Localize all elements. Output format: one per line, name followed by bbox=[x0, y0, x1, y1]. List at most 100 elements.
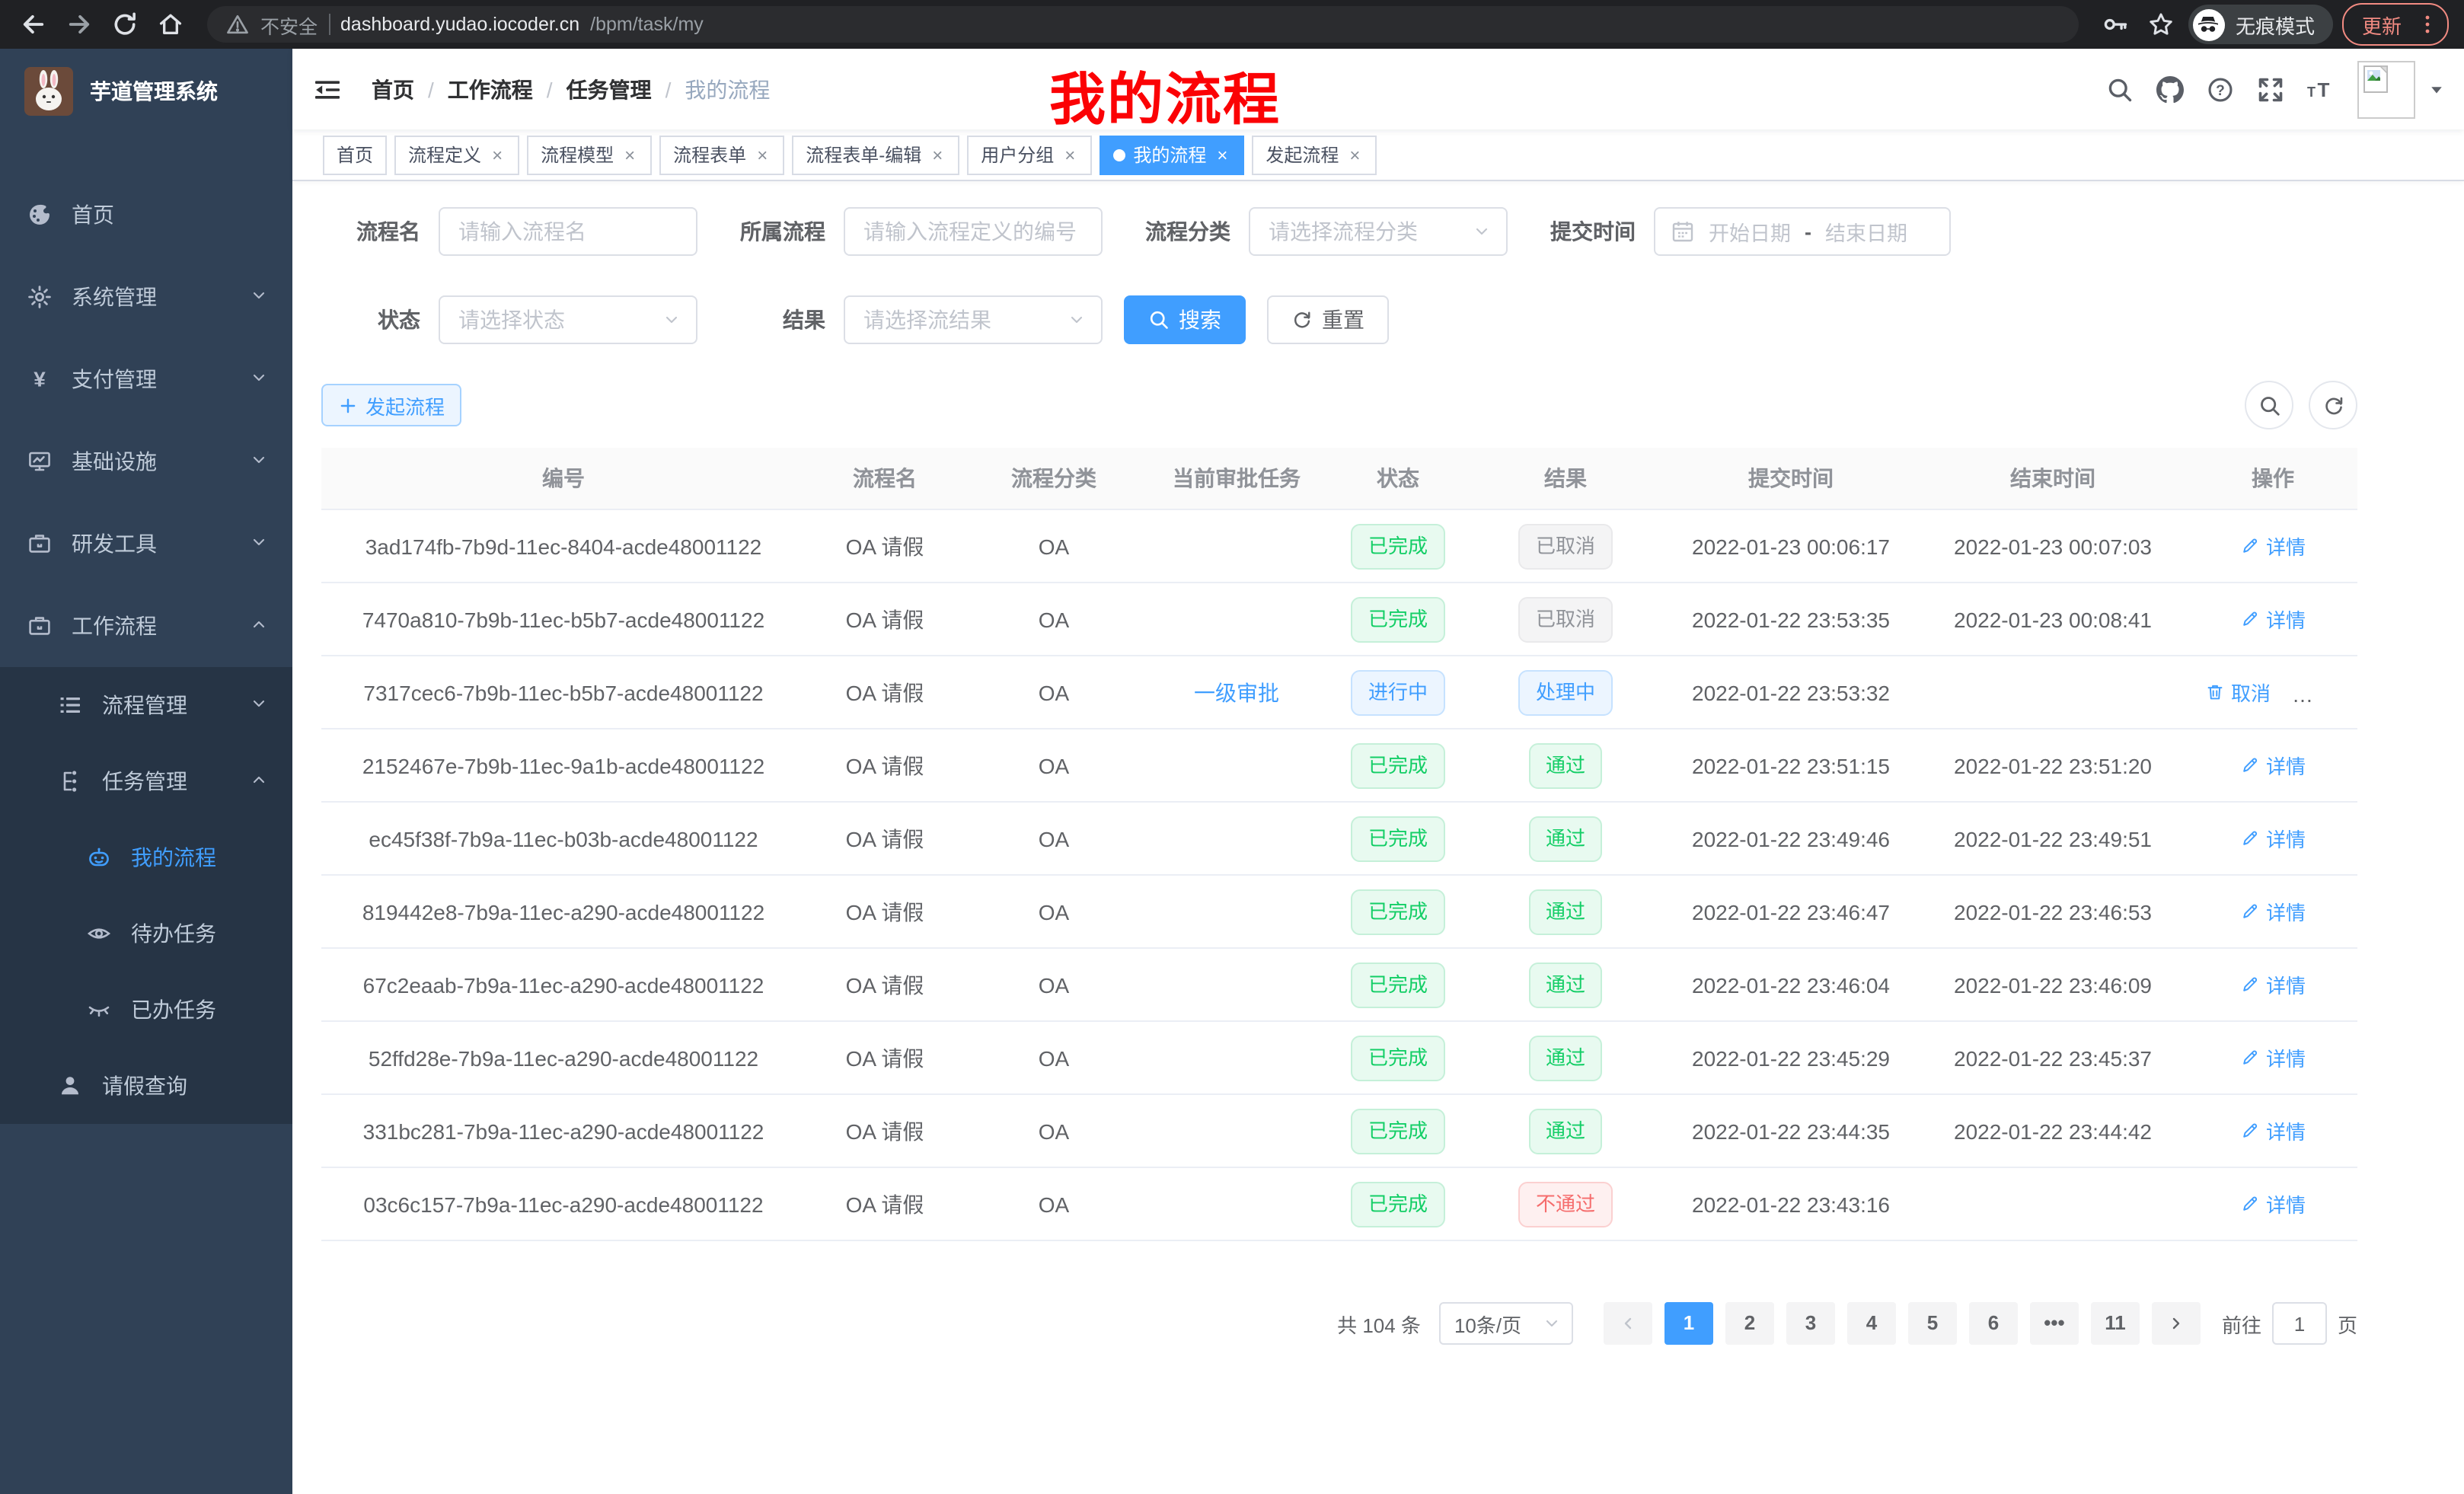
next-page-button[interactable] bbox=[2152, 1302, 2201, 1345]
reset-button[interactable]: 重置 bbox=[1267, 295, 1389, 344]
browser-reload-button[interactable] bbox=[107, 6, 143, 43]
incognito-badge: 无痕模式 bbox=[2188, 5, 2333, 44]
result-tag-cell: 已取消 bbox=[1467, 583, 1664, 656]
actions-cell: 详情 bbox=[2188, 948, 2357, 1021]
more-pages-button[interactable]: ••• bbox=[2030, 1302, 2079, 1345]
sidebar-collapse-button[interactable] bbox=[314, 72, 347, 106]
tab-process-model[interactable]: 流程模型× bbox=[527, 135, 652, 174]
breadcrumb-separator: / bbox=[665, 77, 672, 101]
detail-link[interactable]: 详情 bbox=[2240, 897, 2306, 926]
sidebar-item-workflow[interactable]: 工作流程 bbox=[0, 585, 292, 667]
goto-page-input[interactable] bbox=[2272, 1302, 2327, 1345]
current-task-link[interactable]: 一级审批 bbox=[1194, 677, 1279, 707]
detail-link[interactable]: 详情 bbox=[2240, 605, 2306, 634]
category-select[interactable]: 请选择流程分类 bbox=[1249, 207, 1508, 256]
chevron-down-icon bbox=[250, 694, 268, 713]
close-tab-icon[interactable]: × bbox=[1061, 144, 1078, 165]
detail-link[interactable]: 详情 bbox=[2240, 970, 2306, 999]
tab-user-group[interactable]: 用户分组× bbox=[967, 135, 1092, 174]
browser-update-button[interactable]: 更新 bbox=[2342, 3, 2449, 46]
page-button-5[interactable]: 5 bbox=[1908, 1302, 1957, 1345]
sidebar-item-dev-tools[interactable]: 研发工具 bbox=[0, 503, 292, 585]
header-search-button[interactable] bbox=[2106, 75, 2134, 103]
search-button[interactable]: 搜索 bbox=[1124, 295, 1246, 344]
bookmark-star-button[interactable] bbox=[2143, 6, 2179, 43]
process-name: OA 请假 bbox=[806, 948, 964, 1021]
sidebar-item-infra[interactable]: 基础设施 bbox=[0, 420, 292, 503]
detail-link[interactable]: 详情 bbox=[2240, 1116, 2306, 1145]
edit-icon bbox=[2240, 1048, 2260, 1068]
sidebar-item-leave-query[interactable]: 请假查询 bbox=[0, 1048, 292, 1124]
user-menu[interactable] bbox=[2357, 60, 2446, 118]
page-size-value: 10条/页 bbox=[1454, 1309, 1521, 1338]
detail-link[interactable]: 详情 bbox=[2240, 824, 2306, 853]
detail-link[interactable]: 详情 bbox=[2240, 1043, 2306, 1072]
prev-page-button[interactable] bbox=[1604, 1302, 1652, 1345]
chevron-down-wrap bbox=[250, 367, 268, 391]
result-select[interactable]: 请选择流结果 bbox=[844, 295, 1103, 344]
sidebar-item-home[interactable]: 首页 bbox=[0, 174, 292, 256]
table-row: 52ffd28e-7b9a-11ec-a290-acde48001122OA 请… bbox=[321, 1021, 2357, 1094]
page-button-11[interactable]: 11 bbox=[2091, 1302, 2140, 1345]
avatar[interactable] bbox=[2357, 60, 2415, 118]
page-button-3[interactable]: 3 bbox=[1786, 1302, 1835, 1345]
browser-menu-icon[interactable] bbox=[2415, 12, 2440, 37]
detail-link[interactable]: 详情 bbox=[2240, 751, 2306, 780]
browser-home-button[interactable] bbox=[152, 6, 189, 43]
breadcrumb-item[interactable]: 首页 bbox=[372, 74, 414, 104]
sidebar-item-system[interactable]: 系统管理 bbox=[0, 256, 292, 338]
breadcrumb-item[interactable]: 任务管理 bbox=[567, 74, 652, 104]
sidebar-item-process-management[interactable]: 流程管理 bbox=[0, 667, 292, 743]
detail-link[interactable]: 详情 bbox=[2240, 1189, 2306, 1218]
tab-process-definition[interactable]: 流程定义× bbox=[394, 135, 519, 174]
page-button-1[interactable]: 1 bbox=[1664, 1302, 1713, 1345]
submit-time-range-picker[interactable]: 开始日期 - 结束日期 bbox=[1654, 207, 1951, 256]
tab-process-form-edit[interactable]: 流程表单-编辑× bbox=[792, 135, 959, 174]
cancel-link[interactable]: 取消 bbox=[2205, 678, 2271, 707]
page-size-select[interactable]: 10条/页 bbox=[1439, 1302, 1573, 1345]
sidebar-item-todo-tasks[interactable]: 待办任务 bbox=[0, 895, 292, 972]
start-process-button[interactable]: 发起流程 bbox=[321, 384, 461, 426]
action-label: 详情 bbox=[2266, 897, 2306, 926]
action-label: 详情 bbox=[2266, 1116, 2306, 1145]
close-tab-icon[interactable]: × bbox=[754, 144, 771, 165]
process-def-input[interactable] bbox=[844, 207, 1103, 256]
tab-process-form[interactable]: 流程表单× bbox=[659, 135, 784, 174]
github-button[interactable] bbox=[2156, 75, 2184, 103]
sidebar-item-task-management[interactable]: 任务管理 bbox=[0, 743, 292, 819]
browser-back-button[interactable] bbox=[15, 6, 52, 43]
breadcrumb-item[interactable]: 工作流程 bbox=[448, 74, 533, 104]
browser-forward-button[interactable] bbox=[61, 6, 97, 43]
page-button-4[interactable]: 4 bbox=[1847, 1302, 1896, 1345]
process-category: OA bbox=[964, 948, 1144, 1021]
svg-text:T: T bbox=[2318, 78, 2330, 101]
fullscreen-button[interactable] bbox=[2257, 75, 2284, 103]
status-select[interactable]: 请选择状态 bbox=[439, 295, 697, 344]
help-button[interactable]: ? bbox=[2207, 75, 2234, 103]
sidebar-item-my-process[interactable]: 我的流程 bbox=[0, 819, 292, 895]
refresh-table-button[interactable] bbox=[2309, 381, 2357, 429]
tab-start-process[interactable]: 发起流程× bbox=[1252, 135, 1377, 174]
close-tab-icon[interactable]: × bbox=[1214, 144, 1230, 165]
font-size-button[interactable]: TT bbox=[2307, 75, 2335, 103]
close-tab-icon[interactable]: × bbox=[489, 144, 506, 165]
page-button-2[interactable]: 2 bbox=[1725, 1302, 1774, 1345]
close-tab-icon[interactable]: × bbox=[929, 144, 946, 165]
process-name-input[interactable] bbox=[439, 207, 697, 256]
result-tag: 处理中 bbox=[1519, 669, 1612, 715]
sidebar-item-done-tasks[interactable]: 已办任务 bbox=[0, 972, 292, 1048]
process-name: OA 请假 bbox=[806, 1021, 964, 1094]
hide-search-button[interactable] bbox=[2245, 381, 2293, 429]
close-tab-icon[interactable]: × bbox=[1346, 144, 1363, 165]
app-logo-row[interactable]: 芋道管理系统 bbox=[0, 49, 292, 134]
password-key-button[interactable] bbox=[2097, 6, 2134, 43]
tab-home[interactable]: 首页 bbox=[323, 135, 387, 174]
tab-my-process[interactable]: 我的流程× bbox=[1100, 135, 1244, 174]
detail-link[interactable]: 详情 bbox=[2240, 532, 2306, 560]
result-tag: 通过 bbox=[1529, 742, 1602, 788]
sidebar-item-payment[interactable]: ¥支付管理 bbox=[0, 338, 292, 420]
close-tab-icon[interactable]: × bbox=[621, 144, 638, 165]
page-button-6[interactable]: 6 bbox=[1969, 1302, 2018, 1345]
current-task-cell bbox=[1144, 729, 1329, 802]
address-bar[interactable]: 不安全 dashboard.yudao.iocoder.cn/bpm/task/… bbox=[207, 6, 2079, 43]
